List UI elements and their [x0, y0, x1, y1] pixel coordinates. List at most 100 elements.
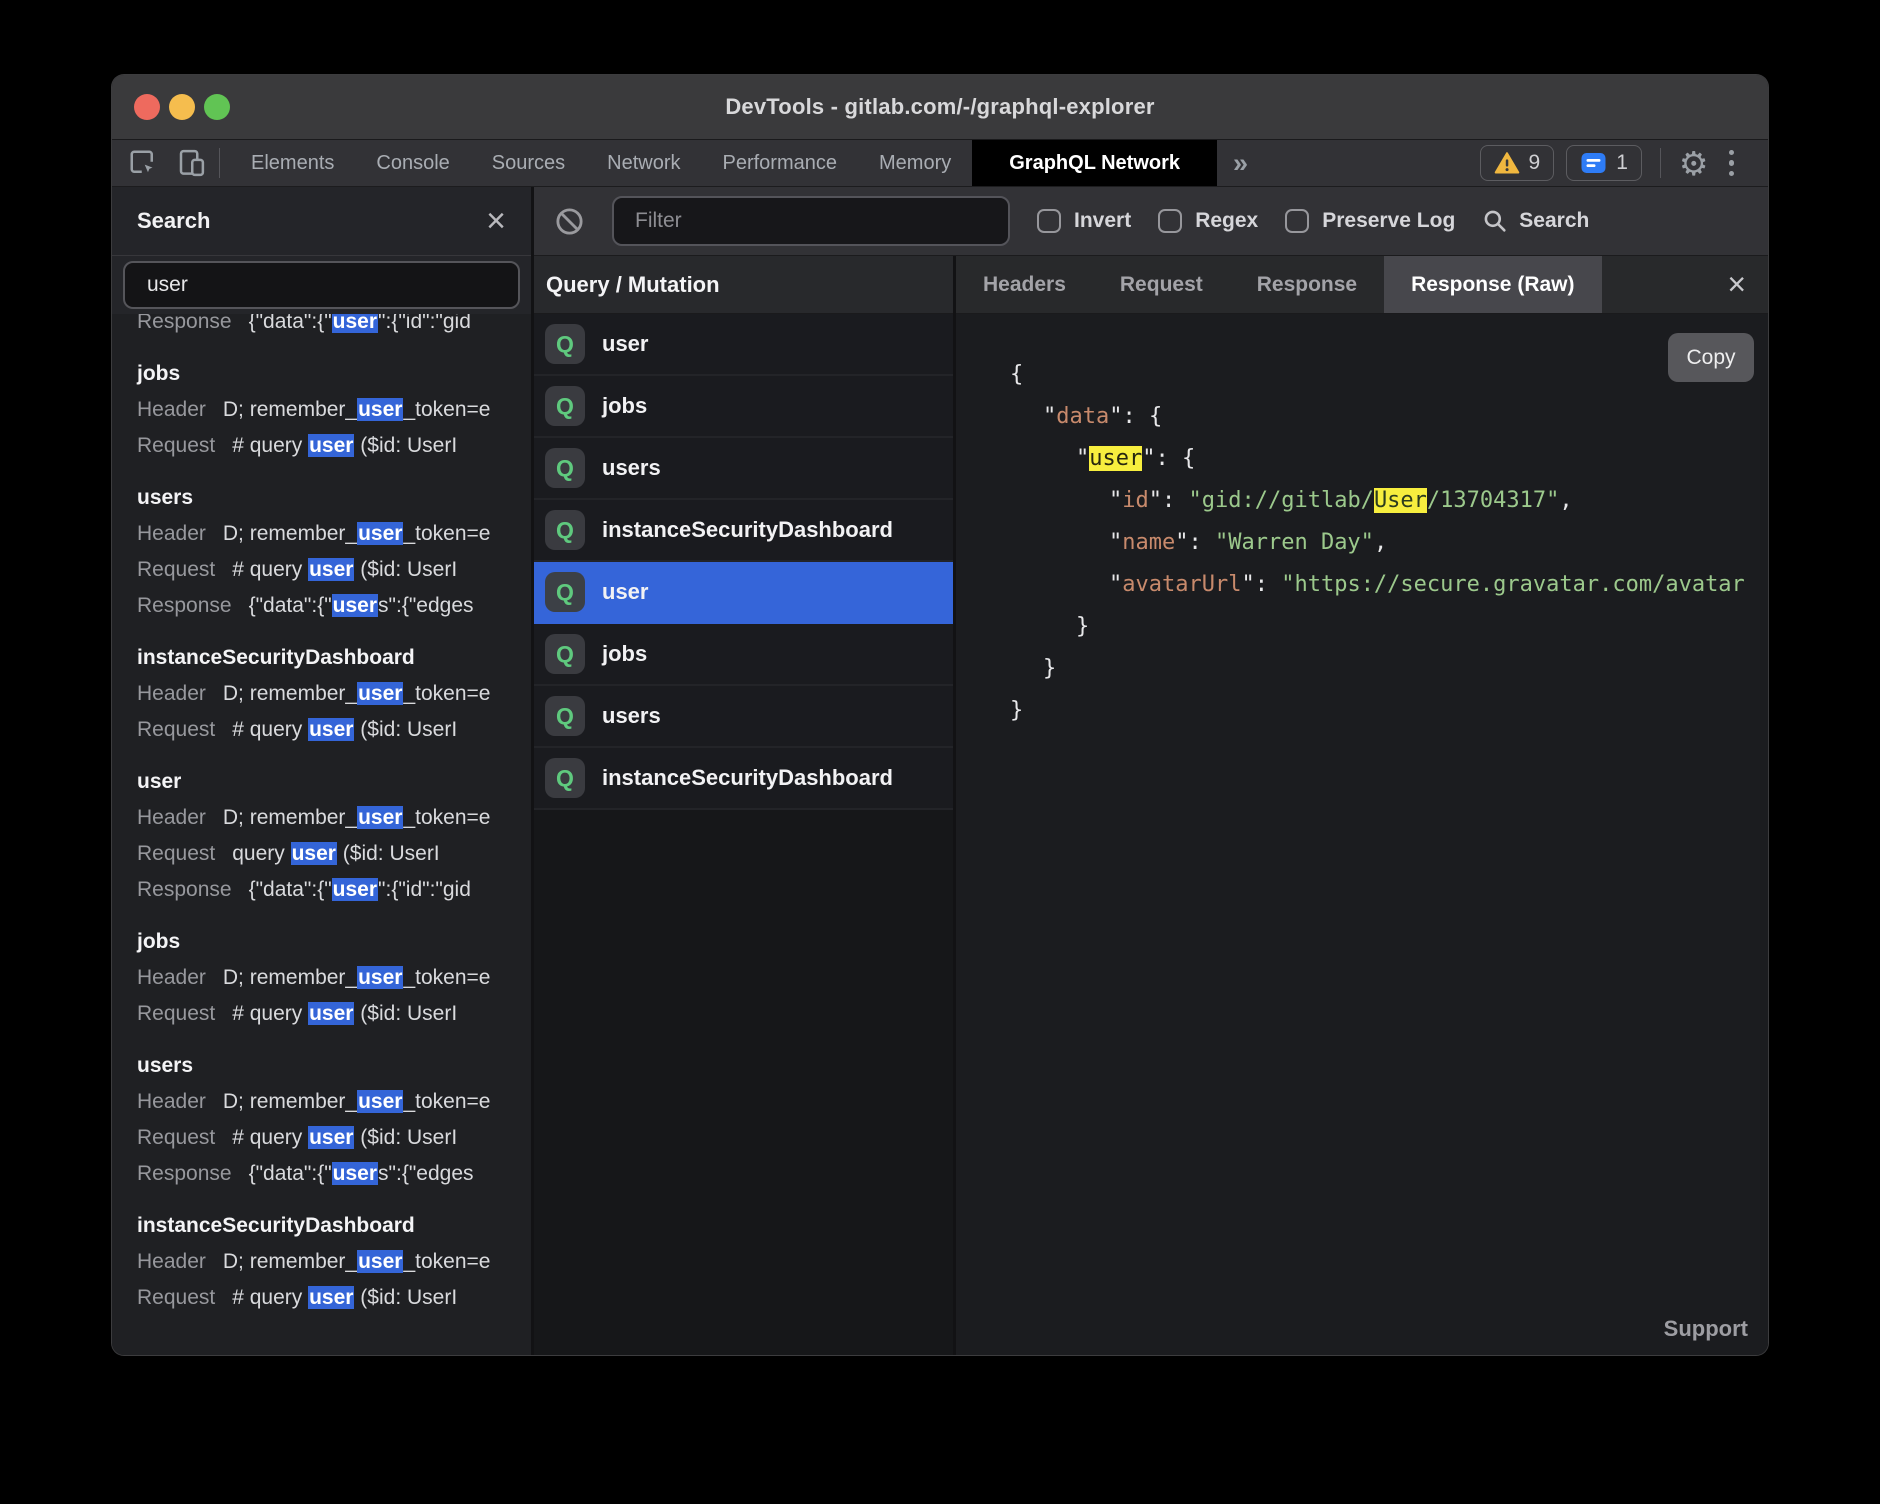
more-options-kebab-icon[interactable]	[1721, 150, 1743, 177]
search-result-operation-name: jobs	[137, 356, 531, 392]
copy-button[interactable]: Copy	[1668, 333, 1754, 382]
devtools-tab-memory[interactable]: Memory	[858, 140, 972, 186]
search-result-text: # query	[232, 434, 308, 457]
json-punctuation: "	[1076, 446, 1089, 471]
search-result-line[interactable]: HeaderD; remember_user_token=e	[137, 800, 531, 836]
devtools-tab-console[interactable]: Console	[355, 140, 470, 186]
inspect-element-icon[interactable]	[125, 140, 161, 186]
devtools-tab-network[interactable]: Network	[586, 140, 701, 186]
search-result-line[interactable]: Requestquery user ($id: UserI	[137, 836, 531, 872]
clear-log-icon[interactable]	[554, 206, 585, 237]
search-result-text: ($id: UserI	[354, 434, 457, 457]
title-bar: DevTools - gitlab.com/-/graphql-explorer	[112, 75, 1768, 140]
search-result-section: jobsHeaderD; remember_user_token=e Reques…	[137, 356, 531, 464]
json-key: data	[1056, 404, 1109, 429]
more-tabs-chevron-icon[interactable]: »	[1217, 140, 1264, 186]
devtools-tab-graphql-network[interactable]: GraphQL Network	[972, 140, 1217, 186]
query-list-item[interactable]: QinstanceSecurityDashboard	[534, 500, 953, 562]
search-result-text: # query	[232, 718, 308, 741]
json-string: /13704317"	[1427, 488, 1559, 513]
window-title: DevTools - gitlab.com/-/graphql-explorer	[725, 94, 1154, 120]
search-result-text: {"data":{"	[249, 878, 332, 901]
query-name: jobs	[602, 393, 647, 419]
search-result-operation-name: jobs	[137, 924, 531, 960]
search-result-field-label: Header	[137, 522, 206, 545]
search-result-line[interactable]: Request# query user ($id: UserI	[137, 996, 531, 1032]
search-result-line[interactable]: HeaderD; remember_user_token=e	[137, 516, 531, 552]
json-punctuation: "	[1109, 488, 1122, 513]
devtools-tab-elements[interactable]: Elements	[230, 140, 355, 186]
devtools-tab-performance[interactable]: Performance	[702, 140, 859, 186]
search-result-text: ($id: UserI	[354, 1002, 457, 1025]
query-type-badge: Q	[545, 758, 585, 798]
search-result-field-label: Response	[137, 1162, 232, 1185]
query-list-item[interactable]: Quser	[534, 314, 953, 376]
devtools-tab-sources[interactable]: Sources	[471, 140, 586, 186]
response-tab-response-raw-[interactable]: Response (Raw)	[1384, 256, 1601, 313]
toolbar-divider	[219, 148, 220, 178]
response-panel-close-icon[interactable]: ×	[1727, 256, 1768, 313]
json-punctuation: ":	[1175, 530, 1215, 555]
search-icon	[1482, 208, 1508, 234]
query-list-item[interactable]: Qjobs	[534, 376, 953, 438]
close-window-button[interactable]	[134, 94, 160, 120]
search-result-line[interactable]: Response{"data":{"users":{"edges	[137, 1156, 531, 1192]
response-tab-bar: HeadersRequestResponseResponse (Raw) ×	[956, 256, 1768, 314]
checkbox-box	[1158, 209, 1182, 233]
support-link[interactable]: Support	[1664, 1316, 1748, 1342]
search-result-line[interactable]: HeaderD; remember_user_token=e	[137, 1244, 531, 1280]
query-list-item[interactable]: Qusers	[534, 686, 953, 748]
minimize-window-button[interactable]	[169, 94, 195, 120]
checkbox-label: Preserve Log	[1322, 209, 1455, 233]
search-result-text: ($id: UserI	[354, 1286, 457, 1309]
search-panel-close-icon[interactable]: ×	[486, 204, 506, 238]
search-result-field-label: Request	[137, 434, 215, 457]
search-result-line[interactable]: Request# query user ($id: UserI	[137, 1120, 531, 1156]
checkbox-regex[interactable]: Regex	[1158, 209, 1258, 233]
search-input[interactable]	[123, 261, 520, 309]
checkbox-preserve-log[interactable]: Preserve Log	[1285, 209, 1455, 233]
search-result-line[interactable]: HeaderD; remember_user_token=e	[137, 392, 531, 428]
query-name: user	[602, 331, 648, 357]
query-type-badge: Q	[545, 634, 585, 674]
json-response-body: {"data": {"user": {"id": "gid://gitlab/U…	[956, 314, 1768, 732]
response-tab-headers[interactable]: Headers	[956, 256, 1093, 313]
query-list-item[interactable]: QinstanceSecurityDashboard	[534, 748, 953, 810]
query-list-item[interactable]: Quser	[534, 562, 953, 624]
search-result-text: _token=e	[403, 682, 490, 705]
search-result-field-label: Header	[137, 966, 206, 989]
filter-search-label: Search	[1519, 209, 1589, 233]
query-type-badge: Q	[545, 696, 585, 736]
search-result-line[interactable]: Request# query user ($id: UserI	[137, 428, 531, 464]
devtools-window: DevTools - gitlab.com/-/graphql-explorer…	[112, 75, 1768, 1355]
search-result-text: D; remember_	[223, 966, 357, 989]
search-result-line[interactable]: Request# query user ($id: UserI	[137, 712, 531, 748]
search-match-highlight: user	[357, 522, 403, 545]
search-result-line[interactable]: HeaderD; remember_user_token=e	[137, 960, 531, 996]
response-tab-response[interactable]: Response	[1230, 256, 1384, 313]
settings-gear-icon[interactable]: ⚙	[1679, 147, 1709, 180]
response-tab-request[interactable]: Request	[1093, 256, 1230, 313]
search-result-text: {"data":{"	[249, 1162, 332, 1185]
warnings-badge[interactable]: 9	[1480, 145, 1555, 181]
filter-search-control[interactable]: Search	[1482, 208, 1589, 234]
json-punctuation: }	[1043, 656, 1056, 681]
query-list-item[interactable]: Qusers	[534, 438, 953, 500]
search-result-line[interactable]: Request# query user ($id: UserI	[137, 1280, 531, 1316]
search-result-line[interactable]: HeaderD; remember_user_token=e	[137, 1084, 531, 1120]
zoom-window-button[interactable]	[204, 94, 230, 120]
query-list-item[interactable]: Qjobs	[534, 624, 953, 686]
search-result-text: D; remember_	[223, 1250, 357, 1273]
search-result-line[interactable]: Response{"data":{"user":{"id":"gid	[137, 872, 531, 908]
search-result-text: _token=e	[403, 806, 490, 829]
search-result-line[interactable]: Request# query user ($id: UserI	[137, 552, 531, 588]
search-result-line[interactable]: HeaderD; remember_user_token=e	[137, 676, 531, 712]
json-string: "gid://gitlab/	[1189, 488, 1374, 513]
checkbox-invert[interactable]: Invert	[1037, 209, 1131, 233]
search-result-line[interactable]: Response{"data":{"user":{"id":"gid	[137, 314, 531, 340]
filter-input[interactable]	[612, 196, 1010, 246]
search-result-text: _token=e	[403, 966, 490, 989]
issues-badge[interactable]: 1	[1566, 145, 1642, 181]
device-toolbar-icon[interactable]	[173, 140, 209, 186]
search-result-line[interactable]: Response{"data":{"users":{"edges	[137, 588, 531, 624]
